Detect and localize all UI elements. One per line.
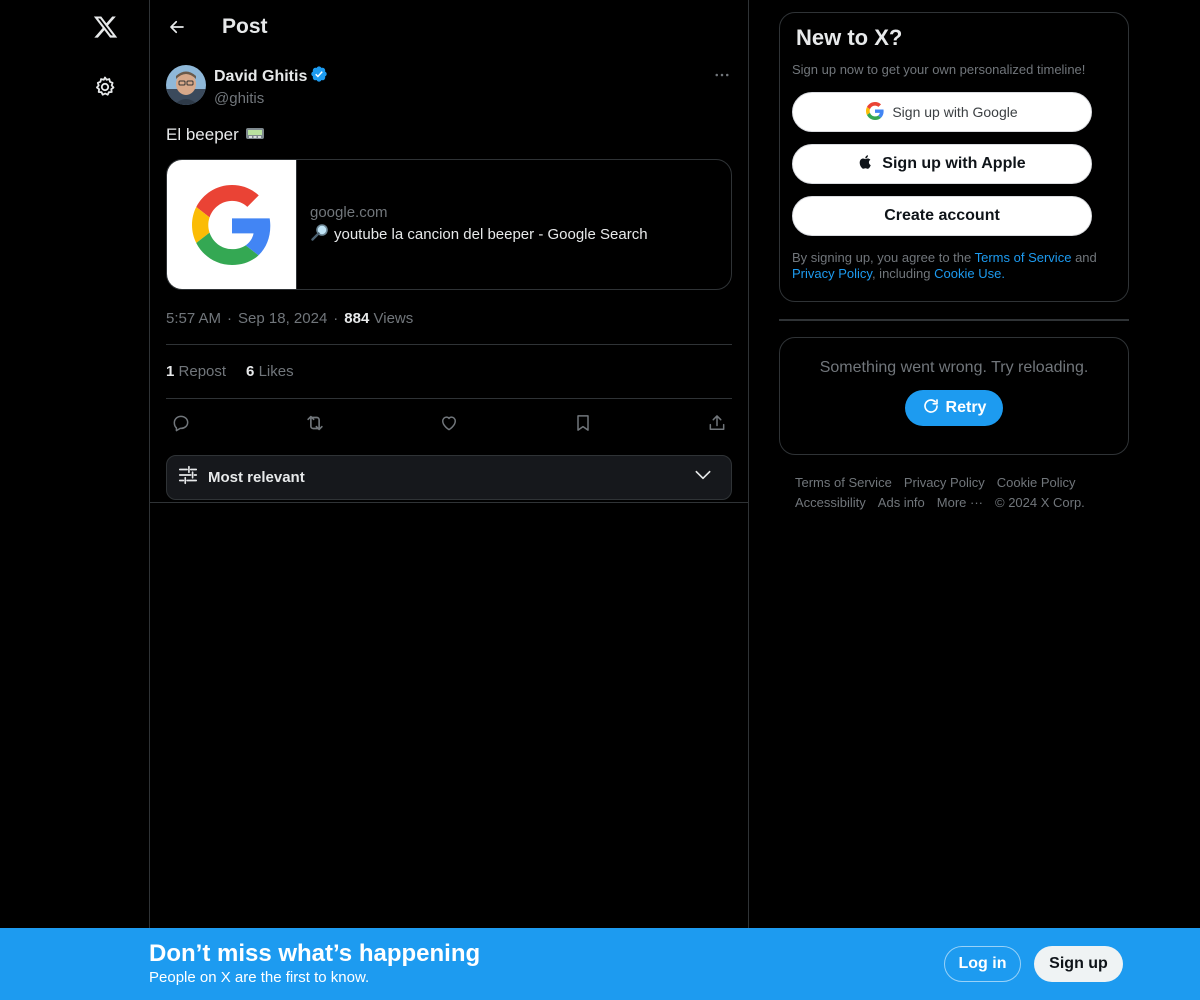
repost-icon[interactable] (304, 412, 326, 434)
link-card-body: google.com youtube la cancion del beeper… (297, 160, 661, 289)
post-stats: 1 Repost 6 Likes (166, 345, 732, 398)
signup-box: New to X? Sign up now to get your own pe… (779, 12, 1129, 302)
signup-apple-button[interactable]: Sign up with Apple (792, 144, 1092, 184)
footer-cookie-link[interactable]: Cookie Policy (997, 473, 1076, 493)
post-text: El beeper (166, 123, 732, 147)
login-button[interactable]: Log in (944, 946, 1021, 982)
avatar[interactable] (166, 65, 206, 105)
signup-google-label: Sign up with Google (892, 104, 1018, 120)
post-header: Post (150, 0, 748, 53)
bookmark-icon[interactable] (572, 412, 594, 434)
footer-more-link[interactable]: More ··· (937, 493, 983, 513)
post-meta: 5:57 AM · Sep 18, 2024 · 884 Views (166, 308, 732, 328)
page-title: Post (222, 14, 268, 38)
author-name[interactable]: David Ghitis (214, 67, 307, 87)
views-link[interactable]: 884 Views (344, 310, 413, 327)
sliders-icon (177, 464, 199, 491)
likes-count: 6 (246, 363, 255, 380)
chevron-down-icon (693, 465, 713, 490)
views-label: Views (373, 309, 414, 327)
verified-badge-icon (310, 65, 328, 89)
link-card-title-text: youtube la cancion del beeper - Google S… (334, 225, 648, 243)
google-g-icon (866, 101, 884, 123)
views-count: 884 (344, 309, 370, 327)
post-text-content: El beeper (166, 125, 239, 144)
likes-stat[interactable]: 6 Likes (246, 363, 294, 380)
bottom-signup-banner: Don’t miss what’s happening People on X … (0, 928, 1200, 1000)
reposts-label: Repost (178, 363, 227, 380)
signup-button[interactable]: Sign up (1034, 946, 1123, 982)
arrow-left-icon[interactable] (166, 16, 188, 38)
meta-separator: · (227, 309, 233, 327)
share-icon[interactable] (706, 412, 728, 434)
reposts-count: 1 (166, 363, 175, 380)
pager-emoji-icon (245, 125, 265, 146)
google-logo-icon (167, 160, 297, 289)
link-card[interactable]: google.com youtube la cancion del beeper… (166, 159, 732, 290)
footer-accessibility-link[interactable]: Accessibility (795, 493, 866, 513)
signup-apple-label: Sign up with Apple (882, 155, 1026, 172)
legal-text: By signing up, you agree to the (792, 250, 972, 265)
signup-title: New to X? (796, 25, 903, 50)
link-card-domain: google.com (310, 204, 388, 221)
left-nav (0, 0, 150, 1000)
apple-icon (858, 153, 874, 176)
post-time[interactable]: 5:57 AM (166, 310, 221, 327)
meta-separator: · (333, 309, 339, 327)
post: David Ghitis @ghitis El beeper google.co… (150, 65, 748, 500)
likes-label: Likes (258, 363, 294, 380)
more-options-icon[interactable] (712, 65, 732, 85)
footer-terms-link[interactable]: Terms of Service (795, 473, 892, 493)
error-box: Something went wrong. Try reloading. Ret… (779, 337, 1129, 455)
privacy-link[interactable]: Privacy Policy (792, 266, 872, 281)
footer-ads-link[interactable]: Ads info (878, 493, 925, 513)
create-account-button[interactable]: Create account (792, 196, 1092, 236)
right-sidebar: New to X? Sign up now to get your own pe… (779, 0, 1129, 513)
x-logo-icon[interactable] (89, 11, 121, 43)
reply-icon[interactable] (170, 412, 192, 434)
post-author-row: David Ghitis @ghitis (166, 65, 732, 117)
signup-legal: By signing up, you agree to the Terms of… (792, 250, 1116, 282)
footer-copyright: © 2024 X Corp. (995, 495, 1085, 510)
footer-privacy-link[interactable]: Privacy Policy (904, 473, 985, 493)
main-column: Post David Ghitis @ghitis El beeper goog… (149, 0, 749, 1000)
divider (150, 502, 748, 503)
like-icon[interactable] (438, 412, 460, 434)
post-date[interactable]: Sep 18, 2024 (238, 310, 327, 327)
divider (779, 319, 1129, 321)
gear-icon[interactable] (91, 73, 119, 101)
magnifier-emoji-icon (310, 223, 330, 245)
banner-title: Don’t miss what’s happening (149, 940, 481, 967)
reposts-stat[interactable]: 1 Repost (166, 363, 226, 380)
legal-text: and (1075, 250, 1097, 265)
author-info: David Ghitis @ghitis (214, 65, 328, 109)
replies-sort-dropdown[interactable]: Most relevant (166, 455, 732, 500)
link-card-title: youtube la cancion del beeper - Google S… (310, 223, 648, 245)
cookie-use-link[interactable]: Cookie Use. (934, 266, 1005, 281)
legal-text: , including (871, 266, 931, 281)
banner-subtitle: People on X are the first to know. (149, 969, 370, 986)
refresh-icon (922, 397, 940, 420)
error-message: Something went wrong. Try reloading. (819, 359, 1089, 376)
replies-sort-label: Most relevant (208, 469, 305, 486)
signup-google-button[interactable]: Sign up with Google (792, 92, 1092, 132)
signup-subtitle: Sign up now to get your own personalized… (792, 62, 1086, 77)
author-handle[interactable]: @ghitis (214, 89, 328, 109)
terms-link[interactable]: Terms of Service (975, 250, 1072, 265)
retry-label: Retry (945, 399, 987, 416)
post-actions (166, 399, 732, 447)
create-account-label: Create account (884, 207, 1000, 224)
footer-links: Terms of Service Privacy Policy Cookie P… (779, 473, 1109, 513)
retry-button[interactable]: Retry (905, 390, 1003, 426)
